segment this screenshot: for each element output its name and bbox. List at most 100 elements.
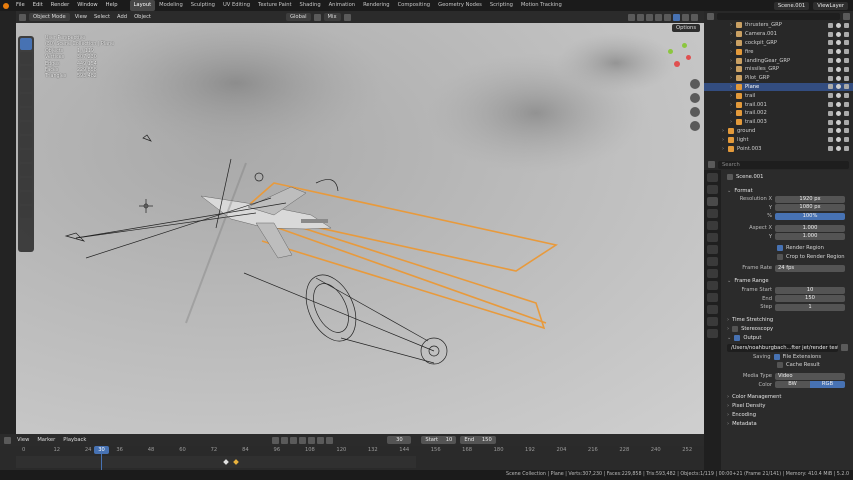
eye-icon[interactable] (836, 66, 841, 72)
camera-render-icon[interactable] (844, 146, 849, 152)
prev-keyframe-icon[interactable] (290, 436, 298, 444)
crop-region-checkbox[interactable] (777, 253, 783, 260)
annotate-tool-icon[interactable] (20, 122, 32, 134)
resolution-y-field[interactable]: 1080 px (775, 204, 845, 212)
menu-render[interactable]: Render (47, 0, 73, 11)
playhead-frame-label[interactable]: 30 (94, 446, 109, 454)
outliner-item[interactable]: › fire (704, 47, 853, 56)
frame-start-field[interactable]: 10 (775, 286, 845, 294)
eye-icon[interactable] (836, 102, 841, 108)
menu-view[interactable]: View (73, 14, 89, 20)
physics-tab-icon[interactable] (707, 281, 718, 290)
camera-render-icon[interactable] (844, 22, 849, 28)
menu-select[interactable]: Select (92, 14, 112, 20)
inset-tool-icon[interactable] (20, 192, 32, 204)
color-rgb-button[interactable]: RGB (810, 381, 845, 389)
zoom-icon[interactable] (690, 79, 700, 89)
eye-icon[interactable] (836, 93, 841, 99)
cache-result-checkbox[interactable] (777, 362, 783, 369)
workspace-tab-geometry-nodes[interactable]: Geometry Nodes (434, 0, 486, 11)
aspect-x-field[interactable]: 1.000 (775, 224, 845, 232)
proportional-edit-icon[interactable] (343, 13, 351, 21)
view-layer-tab-icon[interactable] (707, 209, 718, 218)
checkbox-icon[interactable] (828, 93, 833, 99)
panel-frame-range[interactable]: ⌄ Frame Range (723, 277, 853, 286)
render-region-checkbox[interactable] (777, 245, 783, 252)
resolution-x-field[interactable]: 1920 px (775, 195, 845, 203)
snap-mode-dropdown[interactable]: Mix (323, 13, 341, 21)
camera-render-icon[interactable] (844, 93, 849, 99)
perspective-toggle-icon[interactable] (690, 121, 700, 131)
menu-edit[interactable]: Edit (29, 0, 47, 11)
current-frame-field[interactable]: 30 (387, 436, 412, 444)
camera-render-icon[interactable] (844, 40, 849, 46)
tool-tab-icon[interactable] (707, 173, 718, 182)
transform-tool-icon[interactable] (20, 108, 32, 120)
panel-output[interactable]: ⌄ Output (723, 334, 853, 343)
panel-encoding[interactable]: › Encoding (723, 411, 853, 420)
camera-render-icon[interactable] (844, 119, 849, 125)
outliner-item[interactable]: › landingGear_GRP (704, 56, 853, 65)
render-tab-icon[interactable] (707, 185, 718, 194)
orientation-dropdown[interactable]: Global (285, 13, 311, 21)
editor-type-icon[interactable] (4, 436, 11, 444)
camera-render-icon[interactable] (844, 137, 849, 143)
media-type-dropdown[interactable]: Video (775, 372, 845, 380)
workspace-tab-scripting[interactable]: Scripting (486, 0, 517, 11)
start-frame-field[interactable]: Start 10 (421, 436, 457, 444)
overlay-icon[interactable] (646, 13, 653, 21)
folder-icon[interactable] (841, 344, 848, 352)
workspace-tab-texture-paint[interactable]: Texture Paint (254, 0, 295, 11)
pan-hand-icon[interactable] (690, 93, 700, 103)
eye-icon[interactable] (836, 40, 841, 46)
outliner-item[interactable]: › Camera.001 (704, 30, 853, 39)
timeline-area[interactable]: 0 12 2430 36 48 60 72 84 96 108 120 132 144 156 168 180… (0, 446, 704, 470)
world-tab-icon[interactable] (707, 233, 718, 242)
camera-render-icon[interactable] (844, 58, 849, 64)
shading-rendered-icon[interactable] (691, 13, 698, 21)
camera-render-icon[interactable] (844, 102, 849, 108)
play-reverse-icon[interactable] (299, 436, 307, 444)
eye-icon[interactable] (836, 84, 841, 90)
measure-tool-icon[interactable] (20, 136, 32, 148)
checkbox-icon[interactable] (828, 40, 833, 46)
view-layer-selector[interactable]: ViewLayer (813, 1, 848, 10)
timeline-menu-playback[interactable]: Playback (61, 437, 88, 443)
eye-icon[interactable] (836, 22, 841, 28)
data-tab-icon[interactable] (707, 305, 718, 314)
record-icon[interactable] (272, 436, 280, 444)
eye-icon[interactable] (836, 49, 841, 55)
camera-render-icon[interactable] (844, 66, 849, 72)
crop-region-row[interactable]: Crop to Render Region (723, 253, 853, 262)
gizmo-x-neg-icon[interactable] (674, 61, 680, 67)
checkbox-icon[interactable] (828, 137, 833, 143)
frame-end-field[interactable]: 150 (775, 295, 845, 303)
outliner-item[interactable]: › ground (704, 127, 853, 136)
outliner-item[interactable]: › missiles_GRP (704, 65, 853, 74)
add-cube-tool-icon[interactable] (20, 150, 32, 162)
add-cylinder-tool-icon[interactable] (20, 164, 32, 176)
outliner-item[interactable]: › trail.002 (704, 109, 853, 118)
menu-file[interactable]: File (12, 0, 29, 11)
output-tab-icon[interactable] (707, 197, 718, 206)
outliner-item[interactable]: › light (704, 135, 853, 144)
camera-render-icon[interactable] (844, 128, 849, 134)
timeline-menu-marker[interactable]: Marker (35, 437, 57, 443)
object-tab-icon[interactable] (707, 245, 718, 254)
frame-step-field[interactable]: 1 (775, 303, 845, 311)
3d-viewport[interactable] (16, 23, 704, 434)
camera-view-icon[interactable] (690, 107, 700, 117)
workspace-tab-uv-editing[interactable]: UV Editing (219, 0, 254, 11)
xray-icon[interactable] (655, 13, 662, 21)
file-extensions-checkbox[interactable] (773, 353, 780, 360)
checkbox-icon[interactable] (828, 128, 833, 134)
menu-help[interactable]: Help (102, 0, 122, 11)
particles-tab-icon[interactable] (707, 269, 718, 278)
outliner-item[interactable]: › Plane (704, 82, 853, 92)
constraints-tab-icon[interactable] (707, 293, 718, 302)
camera-render-icon[interactable] (844, 49, 849, 55)
eye-icon[interactable] (836, 110, 841, 116)
workspace-tab-modeling[interactable]: Modeling (155, 0, 187, 11)
render-region-row[interactable]: Render Region (723, 244, 853, 253)
stereoscopy-checkbox[interactable] (732, 326, 739, 333)
